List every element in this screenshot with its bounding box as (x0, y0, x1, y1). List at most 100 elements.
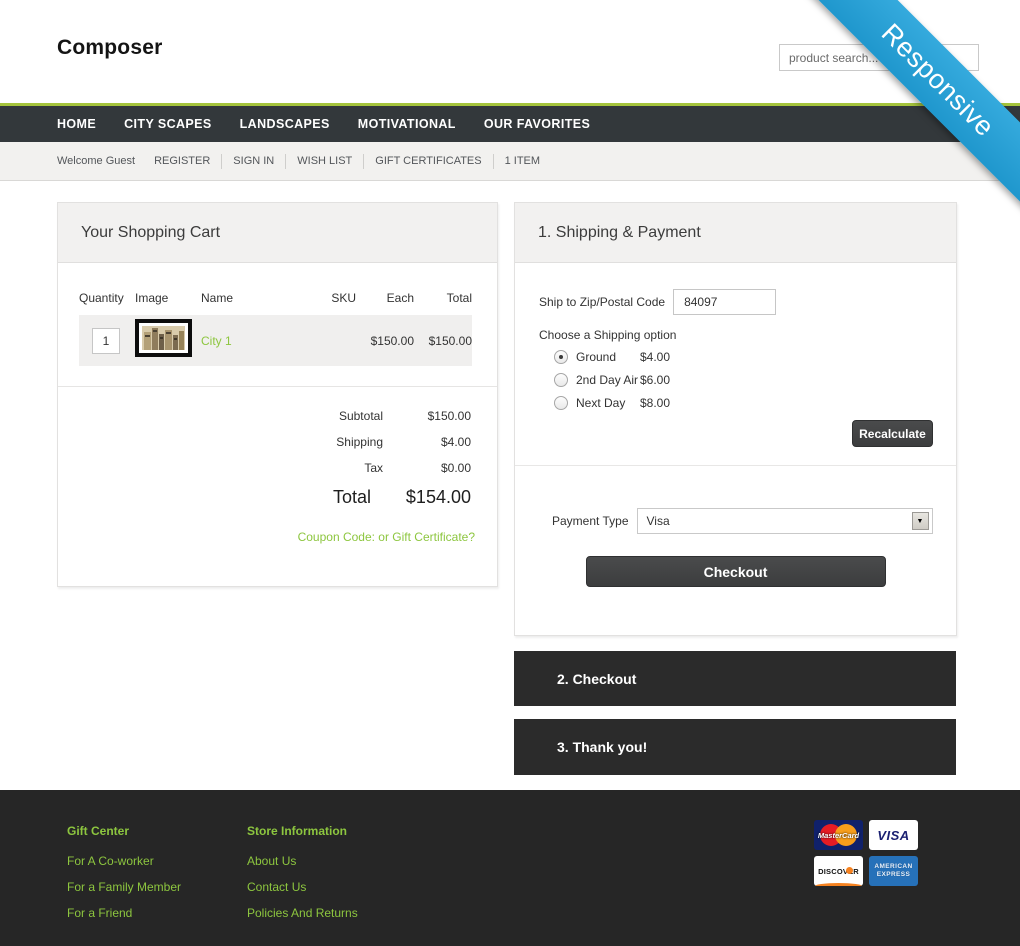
product-image[interactable] (135, 319, 192, 357)
col-each: Each (356, 291, 414, 305)
divider (493, 154, 494, 169)
gift-certificates-link[interactable]: GIFT CERTIFICATES (375, 155, 481, 167)
subtotal-label: Subtotal (263, 409, 383, 423)
shipping-panel-header: 1. Shipping & Payment (515, 203, 956, 263)
page: Composer HOME CITY SCAPES LANDSCAPES MOT… (0, 0, 1020, 946)
payment-type-label: Payment Type (552, 514, 629, 528)
footer-store-information: Store Information About Us Contact Us Po… (247, 824, 427, 932)
col-total: Total (414, 291, 472, 305)
step-thank-you-bar: 3. Thank you! (514, 719, 956, 775)
shipping-panel-body: Ship to Zip/Postal Code Choose a Shippin… (515, 289, 956, 635)
cart-items-link[interactable]: 1 ITEM (505, 155, 540, 167)
zip-label: Ship to Zip/Postal Code (539, 295, 665, 309)
ground-label: Ground (576, 350, 640, 364)
divider (285, 154, 286, 169)
cell-total: $150.00 (414, 334, 472, 348)
link-for-a-coworker[interactable]: For A Co-worker (67, 854, 247, 868)
main-nav: HOME CITY SCAPES LANDSCAPES MOTIVATIONAL… (0, 106, 1020, 142)
cart-totals: Subtotal $150.00 Shipping $4.00 Tax $0.0… (58, 387, 497, 508)
zip-row: Ship to Zip/Postal Code (539, 289, 956, 315)
cart-table-header: Quantity Image Name SKU Each Total (79, 291, 472, 305)
next-day-price: $8.00 (640, 396, 670, 410)
step-thank-you-label: 3. Thank you! (557, 739, 647, 755)
visa-icon: VISA (869, 820, 918, 850)
nav-item-landscapes[interactable]: LANDSCAPES (240, 117, 330, 131)
total-row: Total $154.00 (58, 487, 471, 508)
zip-input[interactable] (673, 289, 776, 315)
nav-item-city-scapes[interactable]: CITY SCAPES (124, 117, 212, 131)
link-policies-and-returns[interactable]: Policies And Returns (247, 906, 427, 920)
shipping-option-ground: Ground $4.00 (554, 350, 956, 364)
total-value: $154.00 (371, 487, 471, 508)
payment-row: Payment Type Visa ▼ (552, 508, 956, 534)
cell-each: $150.00 (356, 334, 414, 348)
step-checkout-label: 2. Checkout (557, 671, 636, 687)
content: Your Shopping Cart Quantity Image Name S… (0, 202, 1020, 775)
col-name: Name (201, 291, 296, 305)
payment-cards: MasterCard VISA DISCOVER AMERICAN EXPRES… (814, 820, 918, 886)
nav-item-motivational[interactable]: MOTIVATIONAL (358, 117, 456, 131)
col-sku: SKU (296, 291, 356, 305)
cart-panel-header: Your Shopping Cart (58, 203, 497, 263)
search-input[interactable] (779, 44, 979, 71)
account-bar: Welcome Guest REGISTER SIGN IN WISH LIST… (0, 142, 1020, 181)
register-link[interactable]: REGISTER (154, 155, 210, 167)
american-express-icon: AMERICAN EXPRESS (869, 856, 918, 886)
welcome-text: Welcome Guest (57, 155, 135, 167)
link-about-us[interactable]: About Us (247, 854, 427, 868)
total-label: Total (251, 487, 371, 508)
quantity-input[interactable] (92, 328, 120, 354)
tax-value: $0.00 (383, 461, 471, 475)
shipping-value: $4.00 (383, 435, 471, 449)
radio-ground[interactable] (554, 350, 568, 364)
shipping-payment-panel: 1. Shipping & Payment Ship to Zip/Postal… (514, 202, 957, 636)
ground-price: $4.00 (640, 350, 670, 364)
header: Composer (0, 0, 1020, 103)
shopping-cart-panel: Your Shopping Cart Quantity Image Name S… (57, 202, 498, 587)
tax-label: Tax (263, 461, 383, 475)
shipping-row: Shipping $4.00 (58, 435, 471, 449)
2nd-day-air-price: $6.00 (640, 373, 670, 387)
wish-list-link[interactable]: WISH LIST (297, 155, 352, 167)
shipping-options-label: Choose a Shipping option (539, 328, 956, 342)
2nd-day-air-label: 2nd Day Air (576, 373, 640, 387)
shipping-option-2nd-day-air: 2nd Day Air $6.00 (554, 373, 956, 387)
gift-center-title: Gift Center (67, 824, 247, 838)
footer-gift-center: Gift Center For A Co-worker For a Family… (67, 824, 247, 932)
dropdown-arrow-icon[interactable]: ▼ (912, 512, 929, 530)
divider (221, 154, 222, 169)
store-information-title: Store Information (247, 824, 427, 838)
sign-in-link[interactable]: SIGN IN (233, 155, 274, 167)
link-contact-us[interactable]: Contact Us (247, 880, 427, 894)
panel-divider (515, 465, 956, 466)
nav-item-our-favorites[interactable]: OUR FAVORITES (484, 117, 590, 131)
col-image: Image (135, 291, 201, 305)
cart-panel-body: Quantity Image Name SKU Each Total (58, 263, 497, 586)
shipping-title: 1. Shipping & Payment (538, 224, 701, 242)
discover-icon: DISCOVER (814, 856, 863, 886)
recalculate-button[interactable]: Recalculate (852, 420, 933, 447)
col-quantity: Quantity (79, 291, 135, 305)
payment-type-value: Visa (647, 514, 670, 528)
subtotal-value: $150.00 (383, 409, 471, 423)
subtotal-row: Subtotal $150.00 (58, 409, 471, 423)
checkout-column: 1. Shipping & Payment Ship to Zip/Postal… (514, 202, 957, 775)
footer: Gift Center For A Co-worker For a Family… (0, 790, 1020, 946)
site-logo[interactable]: Composer (57, 36, 162, 60)
tax-row: Tax $0.00 (58, 461, 471, 475)
shipping-option-next-day: Next Day $8.00 (554, 396, 956, 410)
cart-row: City 1 $150.00 $150.00 (79, 315, 472, 366)
divider (363, 154, 364, 169)
coupon-gift-certificate-link[interactable]: Coupon Code: or Gift Certificate? (58, 530, 497, 586)
product-name-link[interactable]: City 1 (201, 334, 232, 348)
mastercard-icon: MasterCard (814, 820, 863, 850)
link-for-a-family-member[interactable]: For a Family Member (67, 880, 247, 894)
nav-item-home[interactable]: HOME (57, 117, 96, 131)
checkout-button[interactable]: Checkout (586, 556, 886, 587)
payment-type-select[interactable]: Visa ▼ (637, 508, 933, 534)
link-for-a-friend[interactable]: For a Friend (67, 906, 247, 920)
cart-title: Your Shopping Cart (81, 224, 220, 242)
cart-table: Quantity Image Name SKU Each Total (58, 263, 497, 387)
radio-next-day[interactable] (554, 396, 568, 410)
radio-2nd-day-air[interactable] (554, 373, 568, 387)
